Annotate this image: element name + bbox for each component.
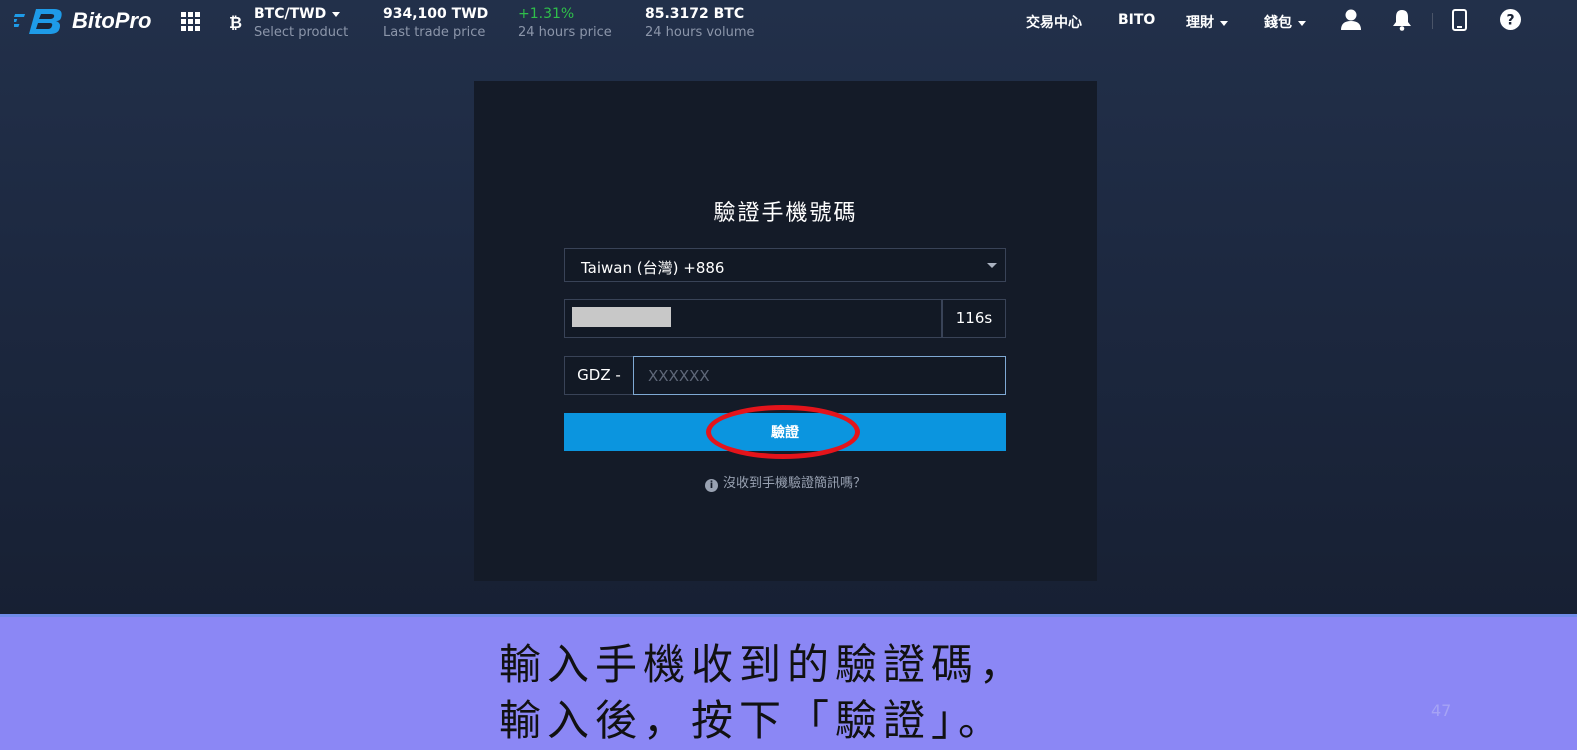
resend-countdown: 116s	[942, 299, 1006, 338]
verification-code-input[interactable]	[633, 356, 1006, 395]
info-icon: i	[704, 479, 718, 492]
brand-name: BitoPro	[72, 8, 152, 33]
pair-value: BTC/TWD	[254, 6, 327, 22]
country-select[interactable]: Taiwan (台灣) +886	[564, 248, 1006, 282]
volume-stat: 85.3172 BTC 24 hours volume	[645, 6, 755, 40]
price-change-label: 24 hours price	[518, 25, 612, 40]
volume-value: 85.3172 BTC	[645, 6, 745, 22]
last-price-label: Last trade price	[383, 25, 486, 40]
user-icon[interactable]	[1340, 9, 1362, 35]
nav-divider	[1432, 13, 1433, 29]
caption-line-1: 輸入手機收到的驗證碼，	[499, 640, 1028, 689]
app-window: BitoPro ₿ BTC/TWD Select product 934,100…	[0, 0, 1577, 616]
product-selector[interactable]: BTC/TWD Select product	[254, 6, 348, 40]
price-change-value: +1.31%	[518, 6, 575, 22]
country-select-value: Taiwan (台灣) +886	[581, 259, 725, 277]
page-number: 47	[1431, 701, 1452, 720]
mobile-icon[interactable]	[1452, 9, 1467, 35]
bitopro-logo-icon	[14, 9, 62, 34]
volume-label: 24 hours volume	[645, 25, 755, 40]
sms-help-link[interactable]: i 沒收到手機驗證簡訊嗎？	[474, 472, 1097, 492]
top-navbar: BitoPro ₿ BTC/TWD Select product 934,100…	[0, 0, 1577, 48]
page-title: 驗證手機號碼	[713, 201, 858, 226]
help-icon[interactable]: ?	[1500, 9, 1521, 34]
chevron-down-icon	[1220, 20, 1228, 26]
pair-label: Select product	[254, 25, 349, 40]
price-change-stat: +1.31% 24 hours price	[518, 6, 612, 40]
last-price-value: 934,100 TWD	[383, 6, 489, 22]
verify-phone-card: 驗證手機號碼 Taiwan (台灣) +886 116s GDZ - 驗證 i沒…	[474, 81, 1097, 581]
chevron-down-icon	[332, 11, 341, 17]
chevron-down-icon	[1298, 20, 1306, 26]
nav-trading-center[interactable]: 交易中心	[1026, 12, 1082, 32]
last-price-stat: 934,100 TWD Last trade price	[383, 6, 488, 40]
svg-text:?: ?	[1506, 13, 1514, 29]
phone-number-redacted	[572, 307, 671, 327]
phone-number-field[interactable]	[564, 299, 942, 338]
nav-wallet[interactable]: 錢包	[1264, 12, 1306, 32]
grid-menu-icon[interactable]	[181, 12, 201, 31]
nav-finance[interactable]: 理財	[1186, 12, 1228, 32]
nav-wallet-label: 錢包	[1264, 15, 1292, 31]
caption-line-2: 輸入後，按下「驗證」。	[499, 696, 1007, 745]
dropdown-arrow-icon	[987, 263, 997, 268]
nav-finance-label: 理財	[1186, 15, 1214, 31]
verify-button[interactable]: 驗證	[564, 413, 1006, 451]
code-prefix: GDZ -	[564, 356, 634, 395]
sms-help-text: 沒收到手機驗證簡訊嗎？	[722, 476, 866, 491]
bitcoin-icon: ₿	[229, 13, 243, 32]
instruction-caption: 輸入手機收到的驗證碼， 輸入後，按下「驗證」。 47	[0, 614, 1577, 750]
bell-icon[interactable]	[1392, 9, 1412, 35]
brand-logo[interactable]: BitoPro	[14, 6, 151, 36]
nav-bito[interactable]: BITO	[1118, 12, 1155, 28]
